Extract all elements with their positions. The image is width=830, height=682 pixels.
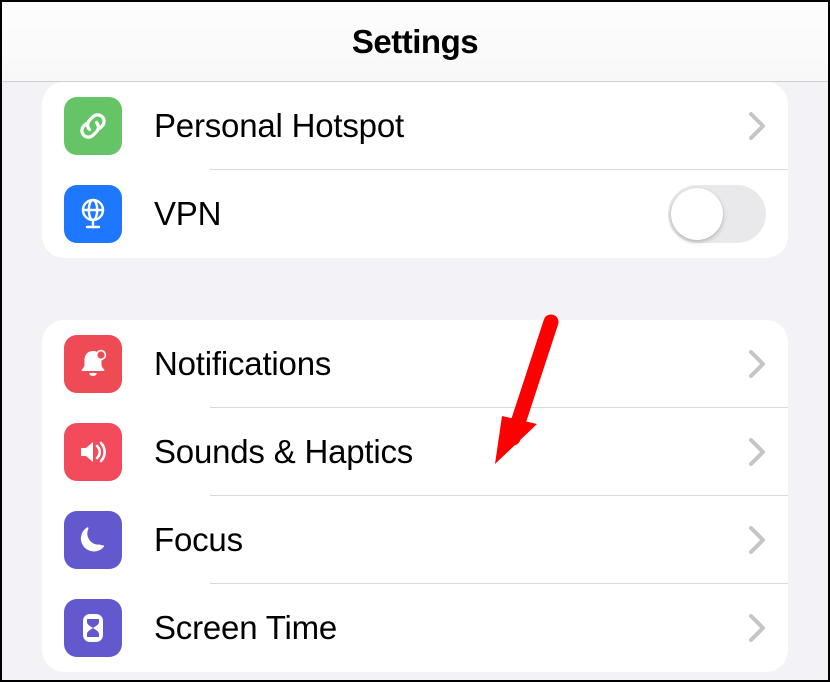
page-title: Settings: [352, 23, 478, 61]
settings-group-connectivity: Personal Hotspot VPN: [42, 82, 788, 258]
speaker-icon: [64, 423, 122, 481]
row-screen-time[interactable]: Screen Time: [42, 584, 788, 672]
navbar: Settings: [2, 2, 828, 82]
row-label: Sounds & Haptics: [154, 433, 748, 471]
row-label: Notifications: [154, 345, 748, 383]
chevron-right-icon: [748, 111, 766, 141]
chevron-right-icon: [748, 525, 766, 555]
hourglass-icon: [64, 599, 122, 657]
vpn-toggle[interactable]: [668, 185, 766, 243]
globe-icon: [64, 185, 122, 243]
row-sounds-haptics[interactable]: Sounds & Haptics: [42, 408, 788, 496]
row-label: Personal Hotspot: [154, 107, 748, 145]
settings-scroll-area[interactable]: Personal Hotspot VPN: [2, 82, 828, 680]
link-icon: [64, 97, 122, 155]
moon-icon: [64, 511, 122, 569]
bell-icon: [64, 335, 122, 393]
row-focus[interactable]: Focus: [42, 496, 788, 584]
settings-group-system: Notifications Sounds & Haptics: [42, 320, 788, 672]
row-personal-hotspot[interactable]: Personal Hotspot: [42, 82, 788, 170]
chevron-right-icon: [748, 349, 766, 379]
row-vpn[interactable]: VPN: [42, 170, 788, 258]
chevron-right-icon: [748, 437, 766, 467]
row-label: Screen Time: [154, 609, 748, 647]
row-notifications[interactable]: Notifications: [42, 320, 788, 408]
chevron-right-icon: [748, 613, 766, 643]
row-label: VPN: [154, 195, 668, 233]
toggle-knob: [671, 188, 723, 240]
row-label: Focus: [154, 521, 748, 559]
